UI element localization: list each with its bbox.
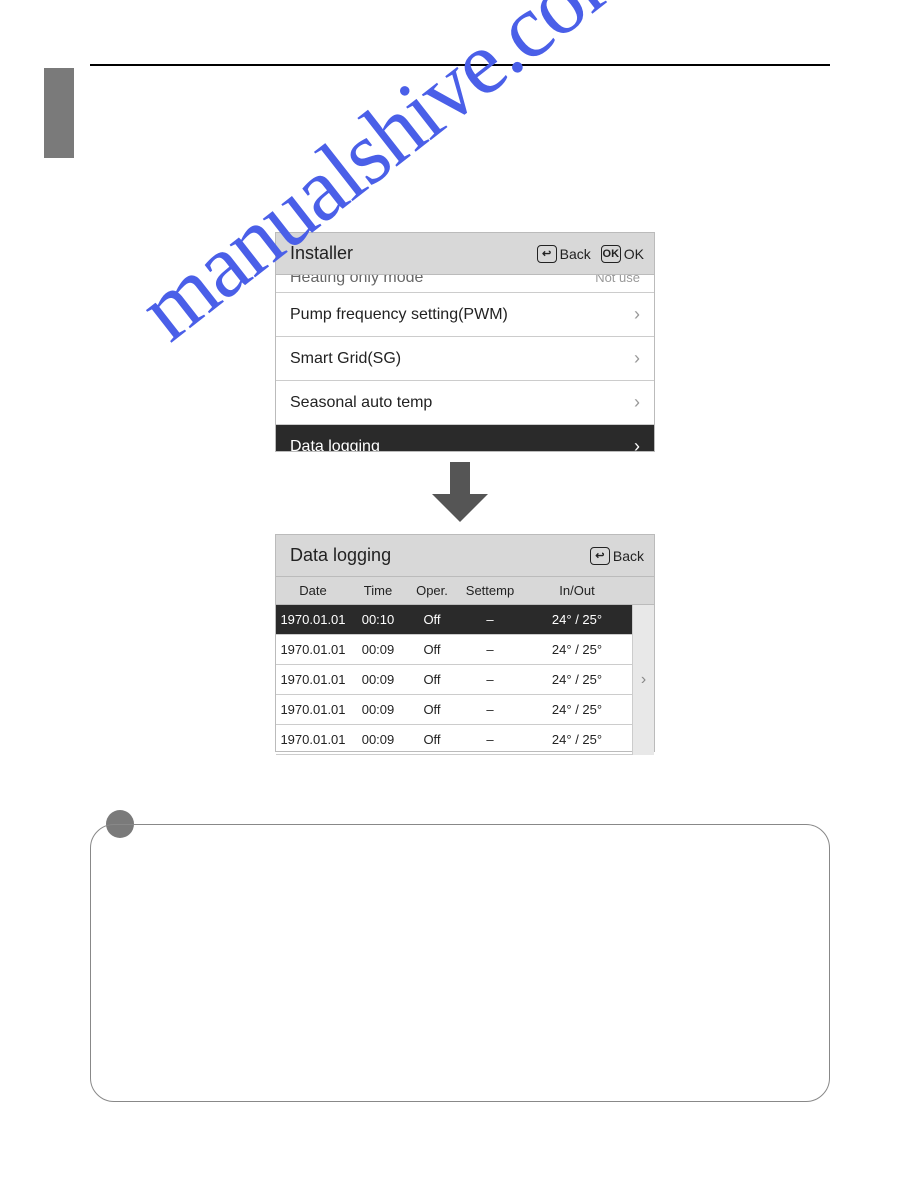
chevron-right-icon: › — [634, 348, 640, 369]
cell-time: 00:09 — [350, 672, 406, 687]
cell-date: 1970.01.01 — [276, 672, 350, 687]
menu-label: Heating only mode — [290, 275, 423, 281]
cell-inout: 24° / 25° — [522, 702, 632, 717]
cell-date: 1970.01.01 — [276, 732, 350, 747]
chevron-right-icon: › — [634, 304, 640, 325]
table-row[interactable]: 1970.01.01 00:09 Off – 24° / 25° — [276, 725, 654, 755]
menu-label: Seasonal auto temp — [290, 394, 432, 412]
data-logging-header: Data logging ↩ Back — [276, 535, 654, 577]
ok-icon: OK — [601, 245, 621, 263]
cell-oper: Off — [406, 672, 458, 687]
back-button[interactable]: ↩ Back — [537, 245, 591, 263]
installer-panel: Installer ↩ Back OK OK Heating only mode… — [275, 232, 655, 452]
data-logging-panel: Data logging ↩ Back Date Time Oper. Sett… — [275, 534, 655, 752]
col-date: Date — [276, 583, 350, 598]
cell-settemp: – — [458, 702, 522, 717]
menu-label: Pump frequency setting(PWM) — [290, 306, 508, 324]
table-row[interactable]: 1970.01.01 00:09 Off – 24° / 25° — [276, 665, 654, 695]
cell-inout: 24° / 25° — [522, 612, 632, 627]
back-button[interactable]: ↩ Back — [590, 547, 644, 565]
cell-inout: 24° / 25° — [522, 732, 632, 747]
ok-label: OK — [624, 246, 644, 262]
menu-item-pump-frequency[interactable]: Pump frequency setting(PWM) › — [276, 293, 654, 337]
menu-item-smart-grid[interactable]: Smart Grid(SG) › — [276, 337, 654, 381]
table-header-row: Date Time Oper. Settemp In/Out — [276, 577, 654, 605]
cell-inout: 24° / 25° — [522, 672, 632, 687]
cell-date: 1970.01.01 — [276, 642, 350, 657]
cell-settemp: – — [458, 672, 522, 687]
ok-button[interactable]: OK OK — [601, 245, 644, 263]
menu-item-heating-only[interactable]: Heating only mode Not use — [276, 275, 654, 293]
cell-time: 00:09 — [350, 732, 406, 747]
cell-oper: Off — [406, 612, 458, 627]
cell-settemp: – — [458, 612, 522, 627]
arrow-down-icon — [432, 462, 488, 522]
installer-title: Installer — [290, 243, 527, 264]
cell-date: 1970.01.01 — [276, 612, 350, 627]
col-oper: Oper. — [406, 583, 458, 598]
cell-time: 00:09 — [350, 642, 406, 657]
cell-oper: Off — [406, 702, 458, 717]
menu-item-data-logging[interactable]: Data logging › — [276, 425, 654, 452]
back-label: Back — [560, 246, 591, 262]
note-box — [90, 824, 830, 1102]
chevron-right-icon: › — [634, 392, 640, 413]
installer-header: Installer ↩ Back OK OK — [276, 233, 654, 275]
chevron-right-icon: › — [634, 436, 640, 452]
scroll-right-button[interactable]: › — [632, 605, 654, 755]
menu-value: Not use — [595, 275, 640, 281]
table-row[interactable]: 1970.01.01 00:10 Off – 24° / 25° — [276, 605, 654, 635]
col-inout: In/Out — [522, 583, 632, 598]
top-rule — [90, 64, 830, 66]
cell-time: 00:10 — [350, 612, 406, 627]
table-body: 1970.01.01 00:10 Off – 24° / 25° 1970.01… — [276, 605, 654, 755]
menu-item-seasonal-auto-temp[interactable]: Seasonal auto temp › — [276, 381, 654, 425]
table-row[interactable]: 1970.01.01 00:09 Off – 24° / 25° — [276, 635, 654, 665]
back-icon: ↩ — [537, 245, 557, 263]
cell-oper: Off — [406, 732, 458, 747]
cell-inout: 24° / 25° — [522, 642, 632, 657]
data-logging-title: Data logging — [290, 545, 580, 566]
cell-settemp: – — [458, 642, 522, 657]
col-settemp: Settemp — [458, 583, 522, 598]
cell-time: 00:09 — [350, 702, 406, 717]
col-time: Time — [350, 583, 406, 598]
cell-date: 1970.01.01 — [276, 702, 350, 717]
back-icon: ↩ — [590, 547, 610, 565]
menu-label: Data logging — [290, 438, 380, 453]
cell-oper: Off — [406, 642, 458, 657]
sidebar-tab — [44, 68, 74, 158]
table-row[interactable]: 1970.01.01 00:09 Off – 24° / 25° — [276, 695, 654, 725]
menu-label: Smart Grid(SG) — [290, 350, 401, 368]
cell-settemp: – — [458, 732, 522, 747]
back-label: Back — [613, 548, 644, 564]
